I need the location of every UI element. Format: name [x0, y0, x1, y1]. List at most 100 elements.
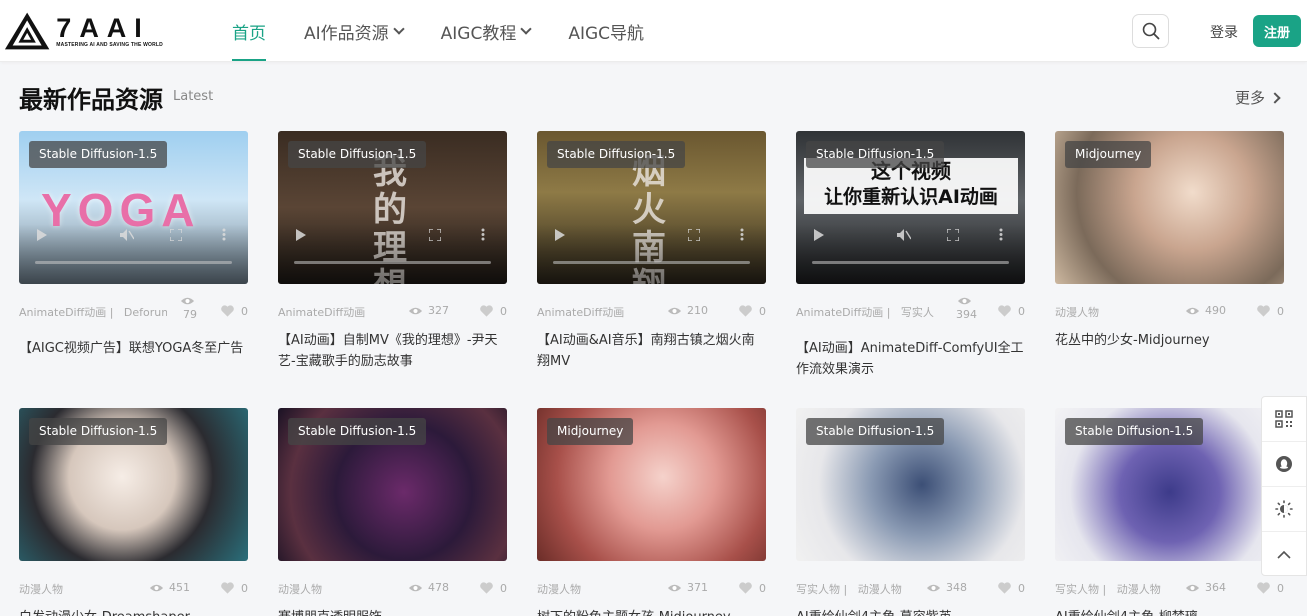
- category-link[interactable]: 写实人物 | 动漫人物: [796, 581, 902, 597]
- card-thumbnail[interactable]: YOGA Stable Diffusion-1.5: [19, 131, 248, 284]
- category-link[interactable]: AnimateDiff动画: [537, 304, 624, 320]
- search-button[interactable]: [1132, 14, 1169, 48]
- qrcode-button[interactable]: [1262, 397, 1306, 442]
- card-title[interactable]: 【AI动画】自制MV《我的理想》-尹天艺-宝藏歌手的励志故事: [278, 330, 507, 372]
- like-count[interactable]: 0: [1256, 581, 1284, 595]
- content-card[interactable]: 这个视频 让你重新认识AI动画 Stable Diffusion-1.5 Animat…: [796, 131, 1025, 380]
- content-card[interactable]: Stable Diffusion-1.5 动漫人物 478 0 赛博朋克透明服饰-: [278, 408, 507, 616]
- category-link[interactable]: 动漫人物: [278, 581, 322, 597]
- like-count[interactable]: 0: [738, 304, 766, 318]
- content-card[interactable]: Stable Diffusion-1.5 写实人物 | 动漫人物 348 0 AI重绘仙…: [796, 408, 1025, 616]
- card-meta: 动漫人物 490 0: [1055, 294, 1284, 328]
- mute-icon[interactable]: [897, 229, 912, 244]
- category-link[interactable]: 动漫人物: [19, 581, 63, 597]
- card-title[interactable]: 【AI动画&AI音乐】南翔古镇之烟火南翔MV: [537, 330, 766, 372]
- fullscreen-icon[interactable]: [428, 228, 442, 244]
- category-link[interactable]: 动漫人物: [537, 581, 581, 597]
- video-progress-bar[interactable]: [294, 261, 491, 264]
- more-options-icon[interactable]: [222, 228, 226, 244]
- video-controls[interactable]: [19, 224, 248, 284]
- like-count[interactable]: 0: [479, 581, 507, 595]
- like-count[interactable]: 0: [738, 581, 766, 595]
- card-thumbnail[interactable]: Stable Diffusion-1.5: [278, 408, 507, 561]
- nav-item-home[interactable]: 首页: [232, 0, 266, 62]
- thumbnail-caption-line: 让你重新认识AI动画: [824, 186, 998, 208]
- view-count-value: 490: [1205, 304, 1226, 317]
- card-thumbnail[interactable]: Stable Diffusion-1.5: [19, 408, 248, 561]
- like-count[interactable]: 0: [997, 304, 1025, 318]
- play-icon[interactable]: [37, 229, 47, 244]
- card-title[interactable]: 赛博朋克透明服饰-: [278, 607, 507, 616]
- card-thumbnail[interactable]: 我的理想Stable Diffusion-1.5: [278, 131, 507, 284]
- card-thumbnail[interactable]: Stable Diffusion-1.5: [1055, 408, 1284, 561]
- content-card[interactable]: Midjourney 动漫人物 490 0 花丛中的少女-Midjourney: [1055, 131, 1284, 351]
- nav-item-ai-works[interactable]: AI作品资源: [304, 0, 405, 62]
- qq-button[interactable]: [1262, 442, 1306, 487]
- login-link[interactable]: 登录: [1210, 22, 1238, 42]
- like-count[interactable]: 0: [220, 581, 248, 595]
- model-badge: Stable Diffusion-1.5: [288, 418, 427, 445]
- nav-item-aigc-tutorials[interactable]: AIGC教程: [441, 0, 533, 62]
- more-options-icon[interactable]: [740, 228, 744, 244]
- card-thumbnail[interactable]: Stable Diffusion-1.5: [796, 408, 1025, 561]
- back-to-top-button[interactable]: [1262, 532, 1306, 577]
- more-options-icon[interactable]: [481, 228, 485, 244]
- play-icon[interactable]: [296, 229, 306, 244]
- mute-icon[interactable]: [120, 229, 135, 244]
- heart-icon: [1257, 305, 1270, 317]
- view-count-value: 348: [946, 581, 967, 594]
- video-controls[interactable]: [796, 224, 1025, 284]
- content-card[interactable]: Midjourney 动漫人物 371 0 树下的粉色主题女孩-Midjourney: [537, 408, 766, 616]
- content-card[interactable]: 我的理想Stable Diffusion-1.5 AnimateDiff动画 327…: [278, 131, 507, 372]
- fullscreen-icon[interactable]: [687, 228, 701, 244]
- play-icon[interactable]: [555, 229, 565, 244]
- eye-icon: [926, 584, 941, 591]
- card-thumbnail[interactable]: Midjourney: [537, 408, 766, 561]
- category-link[interactable]: AnimateDiff动画: [278, 304, 365, 320]
- content-card[interactable]: Stable Diffusion-1.5 写实人物 | 动漫人物 364 0 AI重绘仙…: [1055, 408, 1284, 616]
- category-link[interactable]: AnimateDiff动画 | 写实人: [796, 304, 934, 320]
- register-button[interactable]: 注册: [1253, 15, 1301, 47]
- model-badge: Stable Diffusion-1.5: [29, 141, 168, 168]
- card-title[interactable]: AI重绘仙剑4主角-慕容紫英: [796, 607, 1025, 616]
- card-meta: 写实人物 | 动漫人物 348 0: [796, 571, 1025, 605]
- category-link[interactable]: 动漫人物: [1055, 304, 1099, 320]
- model-badge: Stable Diffusion-1.5: [1065, 418, 1204, 445]
- video-progress-bar[interactable]: [812, 261, 1009, 264]
- video-controls[interactable]: [537, 224, 766, 284]
- video-progress-bar[interactable]: [553, 261, 750, 264]
- like-count[interactable]: 0: [479, 304, 507, 318]
- card-thumbnail[interactable]: 这个视频 让你重新认识AI动画 Stable Diffusion-1.5: [796, 131, 1025, 284]
- logo-triangle-icon: [4, 12, 50, 50]
- card-title[interactable]: 树下的粉色主题女孩-Midjourney: [537, 607, 766, 616]
- card-title[interactable]: 花丛中的少女-Midjourney: [1055, 330, 1284, 351]
- like-count[interactable]: 0: [997, 581, 1025, 595]
- card-title[interactable]: 【AI动画】AnimateDiff-ComfyUI全工作流效果演示: [796, 338, 1025, 380]
- more-link[interactable]: 更多: [1235, 87, 1281, 108]
- video-controls[interactable]: [278, 224, 507, 284]
- card-meta: AnimateDiff动画 210 0: [537, 294, 766, 328]
- fullscreen-icon[interactable]: [946, 228, 960, 244]
- card-title[interactable]: 白发动漫少女-Dreamshaper: [19, 607, 248, 616]
- play-icon[interactable]: [814, 229, 824, 244]
- content-card[interactable]: Stable Diffusion-1.5 动漫人物 451 0 白发动漫少女-Dream…: [19, 408, 248, 616]
- card-thumbnail[interactable]: Midjourney: [1055, 131, 1284, 284]
- category-link[interactable]: 写实人物 | 动漫人物: [1055, 581, 1161, 597]
- main-nav: 首页 AI作品资源 AIGC教程 AIGC导航: [232, 0, 682, 62]
- content-card[interactable]: 烟火南翔Stable Diffusion-1.5 AnimateDiff动画 210…: [537, 131, 766, 372]
- like-count[interactable]: 0: [1256, 304, 1284, 318]
- back-to-top-icon: [1277, 550, 1291, 559]
- card-thumbnail[interactable]: 烟火南翔Stable Diffusion-1.5: [537, 131, 766, 284]
- card-title[interactable]: AI重绘仙剑4主角-柳梦璃: [1055, 607, 1284, 616]
- more-options-icon[interactable]: [999, 228, 1003, 244]
- category-link[interactable]: AnimateDiff动画 | Deforum: [19, 304, 167, 320]
- fullscreen-icon[interactable]: [169, 228, 183, 244]
- like-count[interactable]: 0: [220, 304, 248, 318]
- card-title[interactable]: 【AIGC视频广告】联想YOGA冬至广告: [19, 338, 248, 359]
- eye-icon: [1185, 307, 1200, 314]
- site-logo[interactable]: 7AAI MASTERING AI AND SAVING THE WORLD: [3, 10, 163, 52]
- theme-toggle-button[interactable]: [1262, 487, 1306, 532]
- content-card[interactable]: YOGA Stable Diffusion-1.5 AnimateDiff动画 | …: [19, 131, 248, 359]
- nav-item-aigc-navigation[interactable]: AIGC导航: [568, 0, 644, 62]
- video-progress-bar[interactable]: [35, 261, 232, 264]
